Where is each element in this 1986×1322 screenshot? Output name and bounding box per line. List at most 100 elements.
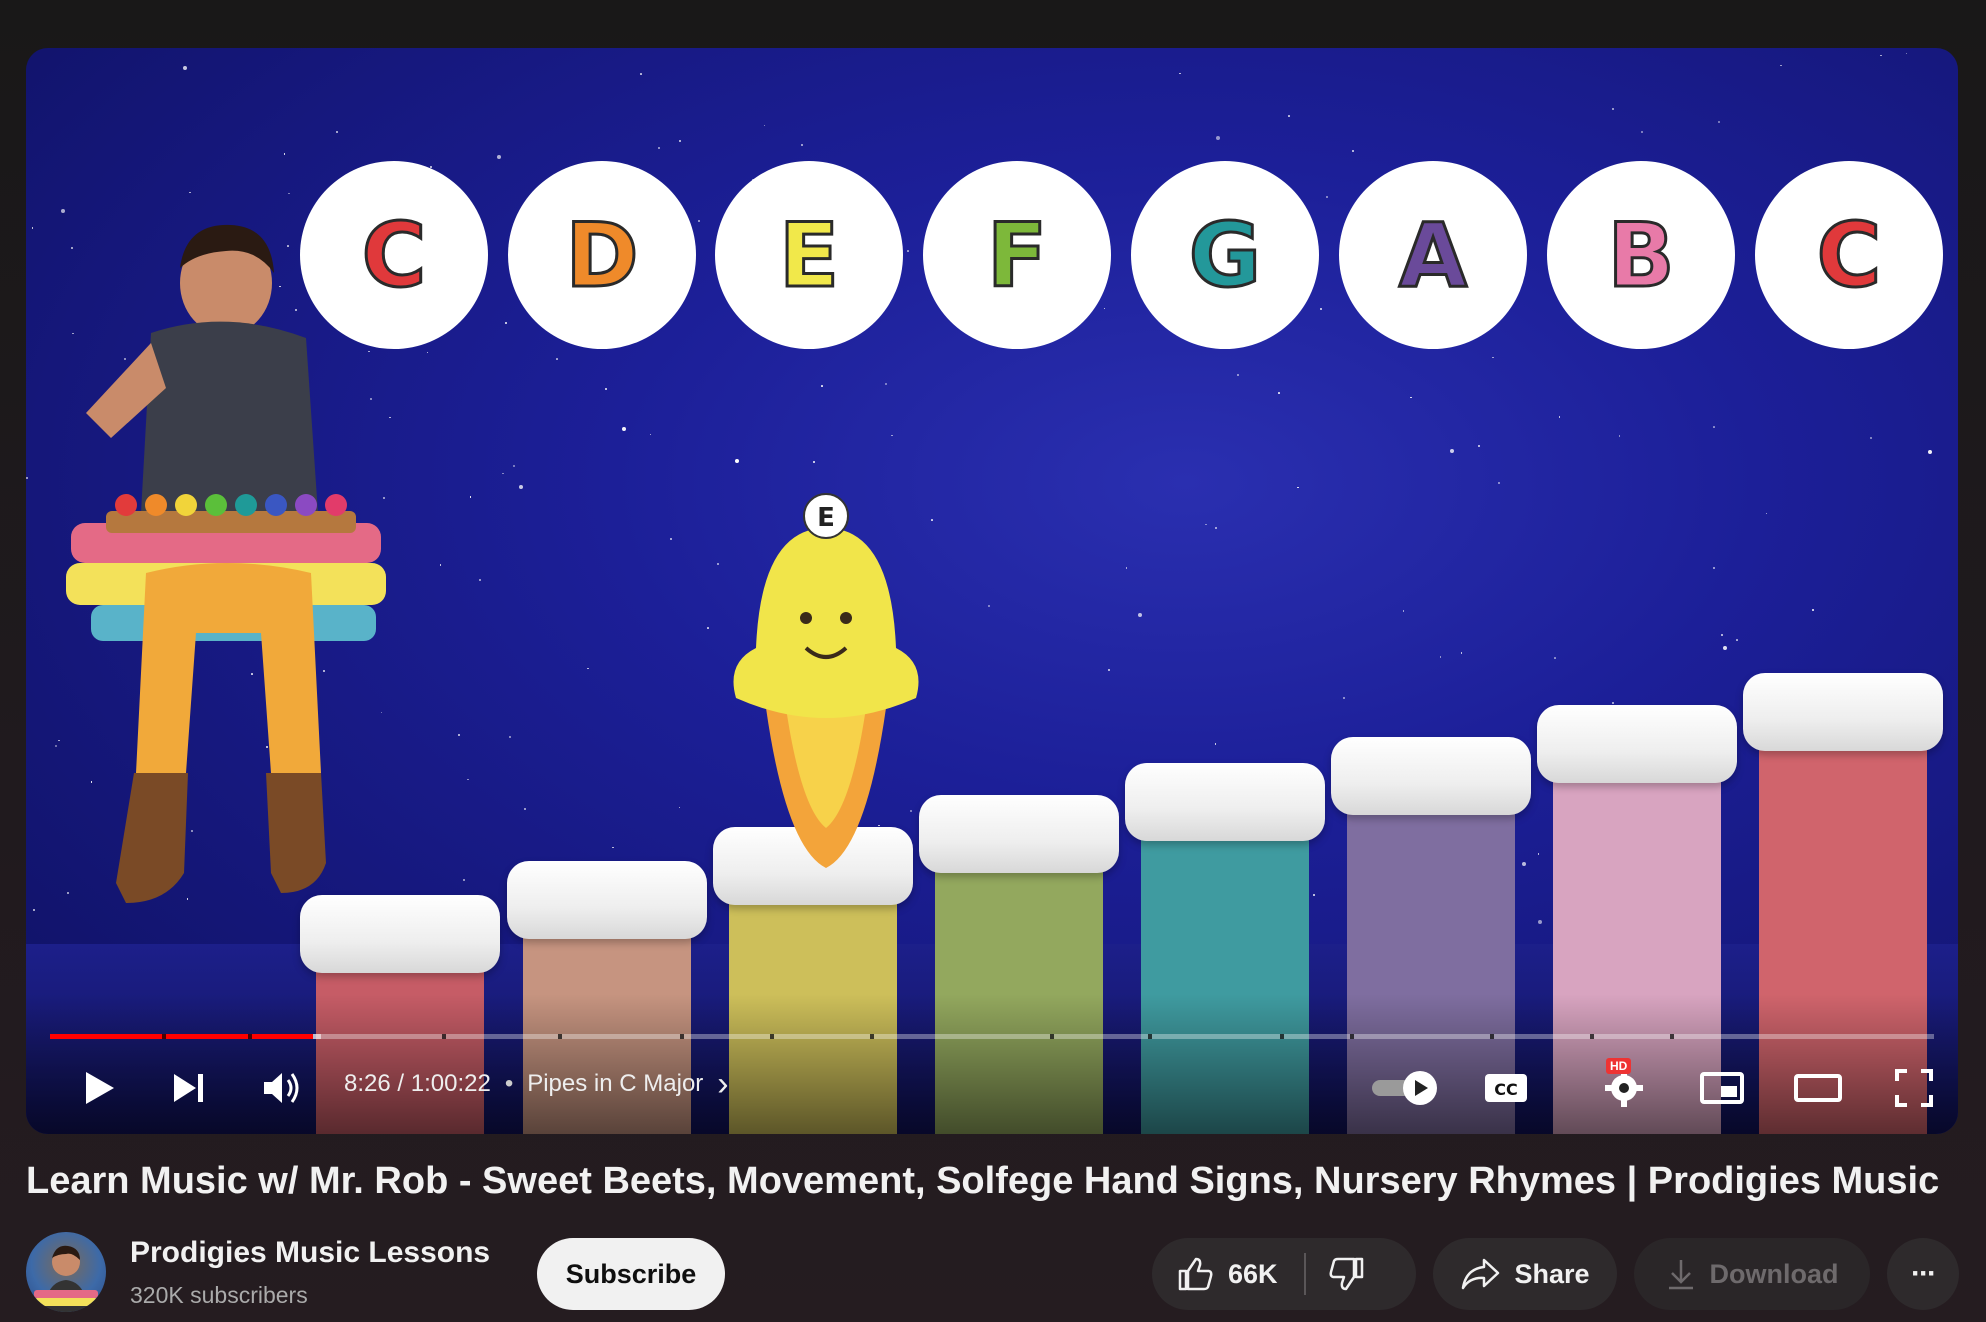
channel-avatar[interactable] (26, 1232, 106, 1312)
note-letter: B (1606, 202, 1676, 308)
theater-mode-icon (1794, 1074, 1842, 1102)
volume-button[interactable] (252, 1060, 312, 1116)
autoplay-toggle[interactable] (1366, 1060, 1446, 1116)
star (678, 806, 681, 809)
star (519, 485, 523, 490)
pipe-cap (1331, 737, 1531, 815)
star (288, 192, 290, 195)
like-dislike-group: 66K (1152, 1238, 1416, 1310)
download-button[interactable]: Download (1634, 1238, 1870, 1310)
star (1410, 396, 1412, 399)
subscriber-count: 320K subscribers (130, 1282, 308, 1308)
star (1780, 64, 1782, 67)
star (31, 227, 34, 229)
star (1612, 701, 1615, 704)
share-button[interactable]: Share (1433, 1238, 1617, 1310)
star (1351, 150, 1354, 153)
share-label: Share (1514, 1258, 1590, 1289)
like-button[interactable]: 66K (1152, 1238, 1278, 1310)
fullscreen-icon (1895, 1069, 1933, 1107)
fullscreen-button[interactable] (1884, 1060, 1944, 1116)
play-icon (86, 1072, 114, 1104)
note-circle-d: D (508, 161, 696, 349)
star (698, 220, 701, 223)
star (734, 458, 739, 463)
star (1325, 196, 1328, 199)
star (1278, 392, 1280, 394)
like-count: 66K (1228, 1258, 1278, 1289)
star (670, 537, 673, 540)
star (1108, 669, 1111, 672)
star (1554, 657, 1556, 659)
star (1215, 527, 1218, 530)
note-circle-g: G (1131, 161, 1319, 349)
subscribe-button[interactable]: Subscribe (537, 1238, 725, 1310)
star (763, 124, 766, 127)
note-circle-c: C (1755, 161, 1943, 349)
star (512, 465, 515, 468)
star (479, 578, 482, 581)
star (336, 131, 339, 134)
star (467, 778, 469, 781)
star (189, 191, 191, 194)
dislike-button[interactable] (1306, 1238, 1366, 1310)
chapter-marker (870, 1034, 874, 1039)
star (1558, 416, 1561, 418)
chapter-marker (1490, 1034, 1494, 1039)
chapter-marker (558, 1034, 562, 1039)
theater-mode-button[interactable] (1788, 1060, 1848, 1116)
note-circle-a: A (1339, 161, 1527, 349)
chevron-right-icon[interactable]: › (717, 1067, 728, 1101)
video-player[interactable]: CDEFGABC E 8:26 / 1:00:22 • Pipes in C M… (26, 48, 1958, 1134)
controls-overlay (26, 994, 1958, 1134)
star (884, 382, 887, 385)
note-letter: C (1815, 202, 1883, 308)
star (1478, 445, 1481, 448)
star (1721, 633, 1724, 636)
star (1812, 608, 1815, 611)
star (33, 909, 36, 912)
progress-bar[interactable] (50, 1034, 1934, 1039)
time-readout: 8:26 / 1:00:22 (344, 1070, 491, 1098)
miniplayer-icon (1700, 1072, 1744, 1104)
star (707, 627, 709, 629)
more-actions-button[interactable]: ··· (1887, 1238, 1959, 1310)
hd-badge: HD (1606, 1058, 1632, 1074)
thumbs-down-icon (1329, 1257, 1363, 1291)
star (183, 66, 188, 71)
channel-name[interactable]: Prodigies Music Lessons (130, 1236, 490, 1270)
star (523, 808, 526, 811)
star (1179, 72, 1181, 75)
star (505, 322, 508, 325)
star (891, 434, 893, 437)
star (502, 472, 504, 475)
chapter-marker (680, 1034, 684, 1039)
star (1137, 612, 1142, 617)
captions-button[interactable]: CC (1476, 1060, 1536, 1116)
chapter-marker (1280, 1034, 1284, 1039)
time-current: 8:26 (344, 1070, 391, 1097)
miniplayer-button[interactable] (1692, 1060, 1752, 1116)
star (604, 387, 607, 390)
chapter-title[interactable]: Pipes in C Major (527, 1070, 703, 1098)
star (931, 519, 933, 521)
chapter-marker (1590, 1034, 1594, 1039)
chapter-marker (1148, 1034, 1152, 1039)
star (1236, 374, 1239, 377)
time-display: 8:26 / 1:00:22 • Pipes in C Major › (344, 1067, 729, 1101)
star (716, 563, 719, 566)
chapter-separator: • (504, 1070, 514, 1097)
chapter-marker (1350, 1034, 1354, 1039)
chapter-marker (1050, 1034, 1054, 1039)
star (1103, 307, 1106, 310)
star (469, 496, 472, 498)
autoplay-toggle-icon (1372, 1071, 1437, 1105)
star (1713, 566, 1716, 569)
star (1498, 481, 1501, 484)
chapter-marker (1670, 1034, 1674, 1039)
note-letter: E (777, 202, 840, 308)
pipe-cap (919, 795, 1119, 873)
play-button[interactable] (68, 1060, 128, 1116)
next-button[interactable] (158, 1060, 218, 1116)
star (1214, 743, 1217, 745)
